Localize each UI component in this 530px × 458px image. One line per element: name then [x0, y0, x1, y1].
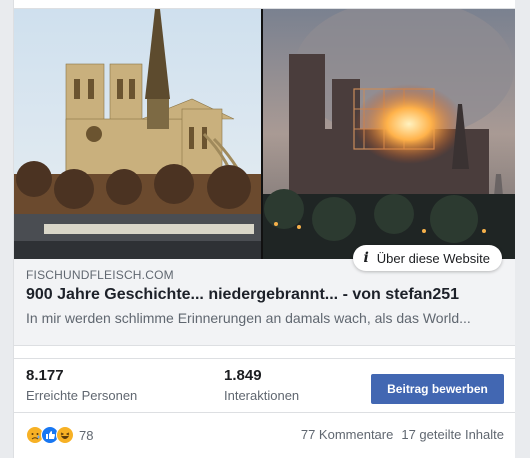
engagement-counts: 77 Kommentare 17 geteilte Inhalte [301, 427, 504, 442]
about-website-button[interactable]: i Über diese Website [353, 245, 502, 271]
link-title[interactable]: 900 Jahre Geschichte... niedergebrannt..… [26, 286, 459, 304]
preview-image[interactable] [14, 9, 516, 259]
interactions-stat[interactable]: 1.849 Interaktionen [224, 367, 299, 403]
link-domain: FISCHUNDFLEISCH.COM [26, 268, 174, 282]
post-insights: 8.177 Erreichte Personen 1.849 Interakti… [14, 358, 516, 413]
post-card: i Über diese Website FISCHUNDFLEISCH.COM… [13, 0, 517, 458]
right-gutter [515, 0, 530, 458]
info-icon: i [363, 250, 369, 266]
interactions-label: Interaktionen [224, 388, 300, 403]
reaction-summary[interactable]: 78 [26, 426, 93, 444]
link-description: In mir werden schlimme Erinnerungen an d… [26, 310, 471, 326]
page: i Über diese Website FISCHUNDFLEISCH.COM… [0, 0, 530, 458]
comments-count-link[interactable]: 77 Kommentare [301, 427, 394, 442]
cathedral-before-after-image [14, 9, 516, 259]
reach-label: Erreichte Personen [26, 388, 138, 403]
reach-stat[interactable]: 8.177 Erreichte Personen [26, 367, 137, 403]
reach-value: 8.177 [26, 367, 64, 384]
shares-count-link[interactable]: 17 geteilte Inhalte [401, 427, 504, 442]
link-preview[interactable]: i Über diese Website FISCHUNDFLEISCH.COM… [14, 8, 516, 346]
reactions-bar: 78 77 Kommentare 17 geteilte Inhalte [14, 412, 516, 458]
reaction-count: 78 [79, 427, 94, 443]
promote-post-button[interactable]: Beitrag bewerben [371, 374, 504, 404]
about-website-label: Über diese Website [376, 250, 490, 266]
left-gutter [0, 0, 13, 458]
interactions-value: 1.849 [224, 367, 262, 384]
haha-reaction-icon [56, 426, 74, 444]
